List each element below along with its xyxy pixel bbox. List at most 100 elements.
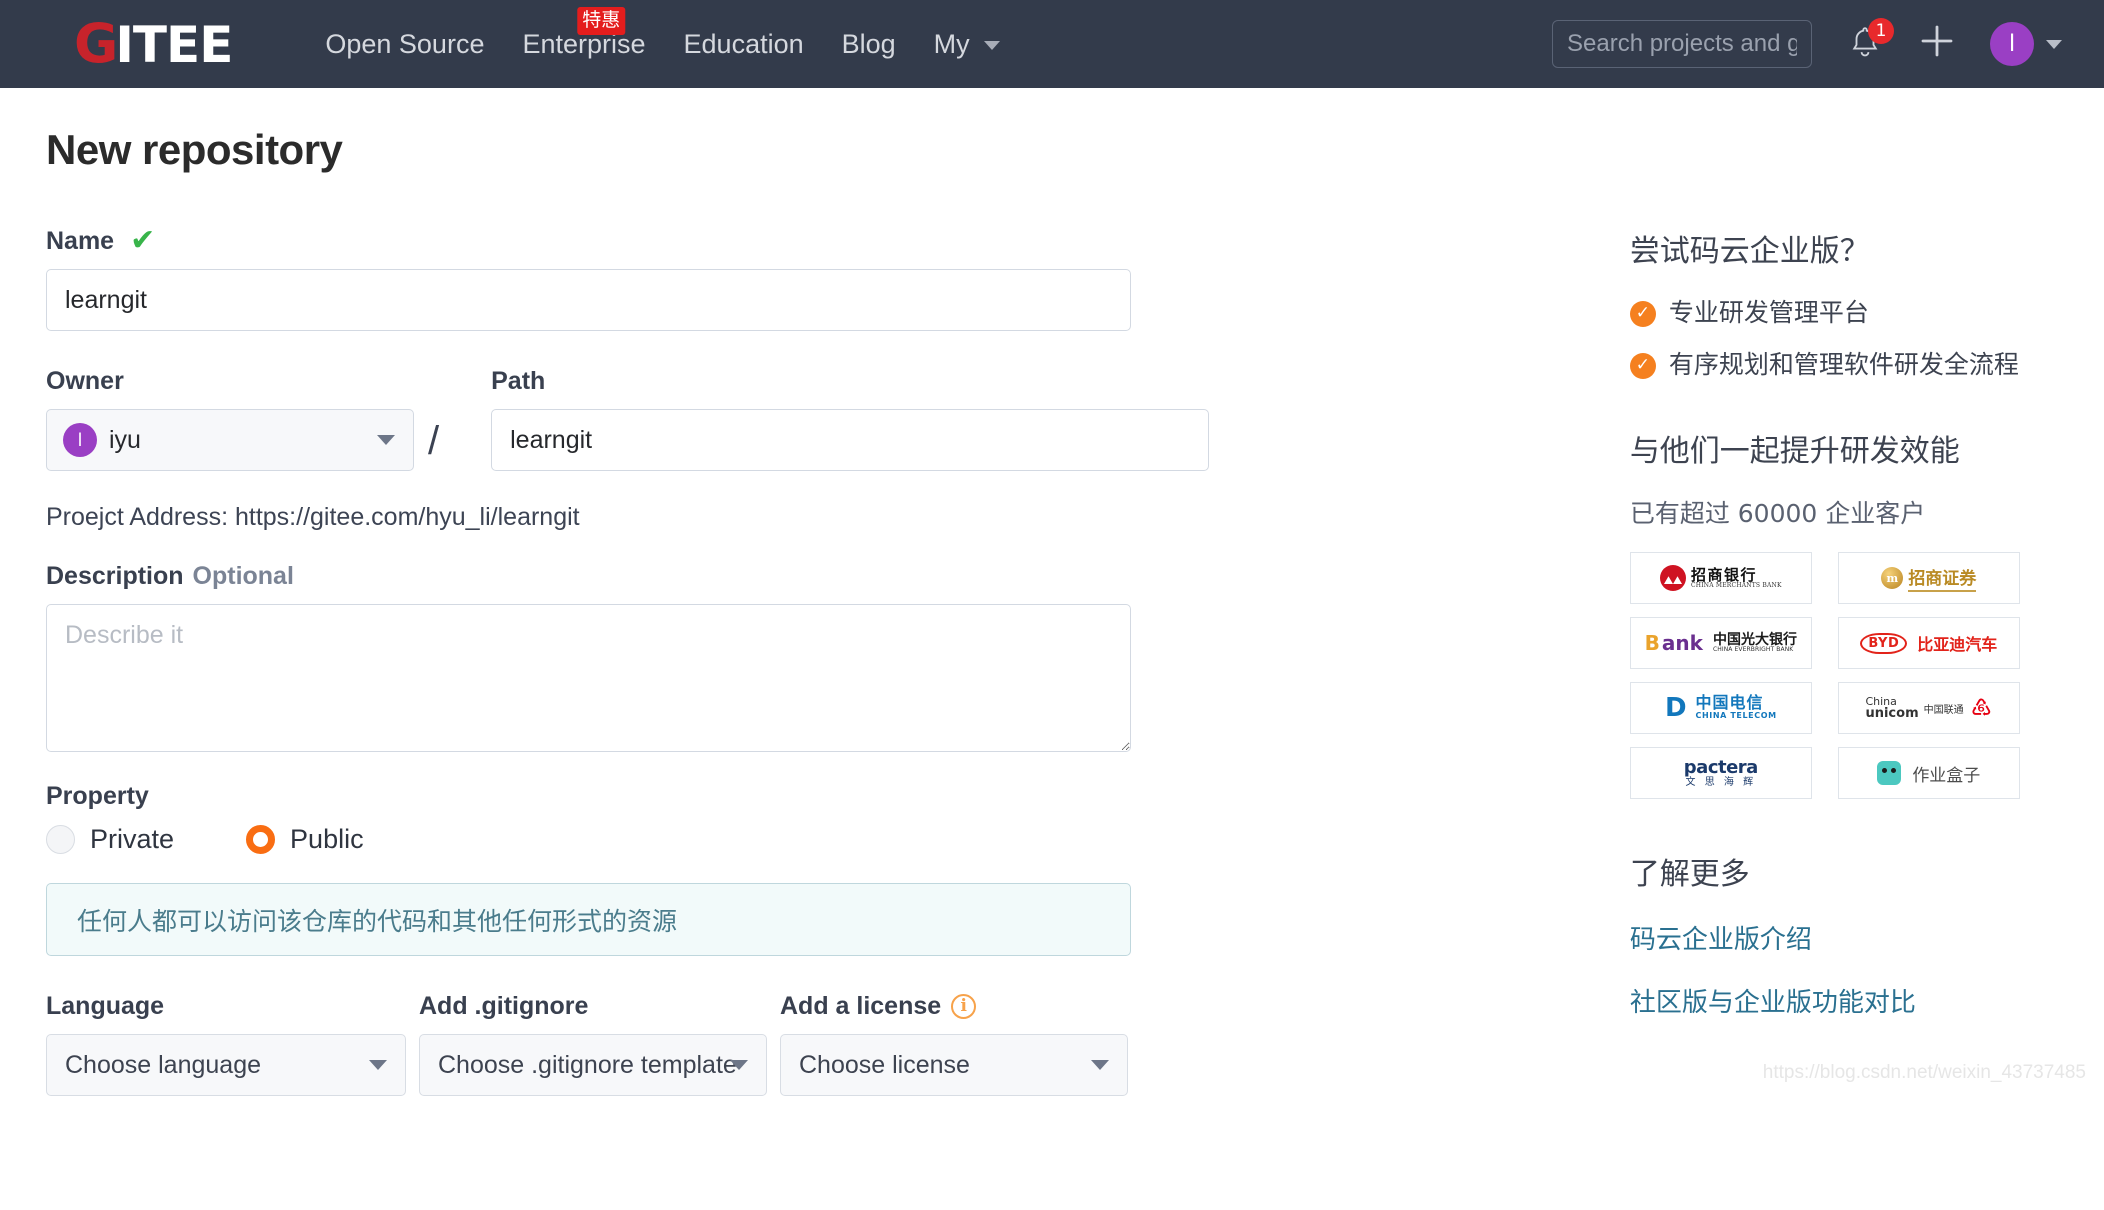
language-label: Language — [46, 992, 165, 1020]
content-area: Name ✔ Owner l iyu / — [0, 226, 2104, 1096]
chevron-down-icon — [1091, 1060, 1109, 1070]
property-label: Property — [46, 782, 149, 810]
name-label-row: Name ✔ — [46, 226, 1500, 256]
path-input[interactable] — [491, 409, 1210, 471]
create-new-button[interactable] — [1916, 20, 1958, 69]
sidebar-customer-count: 已有超过 60000 企业客户 — [1629, 499, 1926, 528]
new-repository-form: Name ✔ Owner l iyu / — [46, 226, 1500, 1096]
check-circle-icon: ✓ — [1629, 301, 1656, 327]
promo-sidebar: 尝试码云企业版？ ✓ 专业研发管理平台 ✓ 有序规划和管理软件研发全流程 与他们… — [1629, 226, 2058, 1096]
info-icon[interactable]: i — [951, 994, 977, 1019]
chevron-down-icon — [984, 40, 1001, 50]
owner-avatar-initial: l — [78, 429, 82, 450]
byd-emblem-icon: BYD — [1860, 632, 1908, 654]
search-input[interactable] — [1552, 20, 1812, 68]
nav-item-enterprise[interactable]: 特惠 Enterprise — [503, 6, 664, 60]
cmb-emblem-icon — [1660, 565, 1686, 591]
owner-label: Owner — [46, 367, 124, 395]
navbar-right-group: 1 l — [1552, 18, 2062, 69]
sidebar-heading-learn-more: 了解更多 — [1629, 857, 1750, 892]
license-select-value: Choose license — [799, 1050, 970, 1079]
cmb-name-cn: 招商银行 — [1691, 565, 1758, 584]
promo-badge-icon: 特惠 — [577, 6, 626, 35]
logo-zuoye-hezi: 作业盒子 — [1837, 747, 2020, 799]
logo-pactera: pactera 文 思 海 辉 — [1629, 747, 1812, 799]
everbright-name-cn: 中国光大银行 — [1712, 632, 1797, 648]
avatar-initial: l — [2009, 30, 2015, 57]
zuoyehezi-emblem-icon — [1877, 761, 1902, 785]
license-select[interactable]: Choose license — [780, 1034, 1128, 1096]
sidebar-bullet-2: ✓ 有序规划和管理软件研发全流程 — [1629, 348, 2058, 382]
chevron-down-icon — [377, 435, 395, 445]
property-field-group: Property Private Public — [46, 782, 1500, 855]
everbright-name-en: CHINA EVERBRIGHT BANK — [1712, 646, 1794, 653]
zuoyehezi-name-cn: 作业盒子 — [1912, 765, 1981, 786]
path-label: Path — [491, 367, 546, 395]
gitignore-select-value: Choose .gitignore template — [438, 1050, 737, 1079]
property-radio-public[interactable]: Public — [246, 824, 364, 855]
name-field-group: Name ✔ — [46, 226, 1500, 331]
nav-item-education[interactable]: Education — [665, 29, 823, 60]
pactera-name-en: pactera — [1683, 756, 1759, 778]
logo-china-telecom: Ⅾ 中国电信 CHINA TELECOM — [1629, 682, 1812, 734]
description-label-row: Description Optional — [46, 562, 1500, 591]
user-menu-chevron-down-icon[interactable] — [2046, 39, 2062, 49]
notifications-button[interactable]: 1 — [1848, 18, 1894, 64]
path-separator: / — [428, 419, 440, 463]
cmb-name-en: CHINA MERCHANTS BANK — [1691, 581, 1782, 589]
sidebar-bullet-2-label: 有序规划和管理软件研发全流程 — [1668, 350, 2019, 379]
language-select[interactable]: Choose language — [46, 1034, 406, 1096]
gitee-logo[interactable]: G ITEE — [74, 12, 233, 75]
chevron-down-icon — [369, 1060, 387, 1070]
owner-path-row: Owner l iyu / Path — [46, 367, 1500, 471]
logo-china-everbright-bank: Bank 中国光大银行 CHINA EVERBRIGHT BANK — [1629, 617, 1812, 669]
license-label-row: Add a license i — [780, 992, 1128, 1021]
owner-avatar: l — [63, 423, 97, 457]
customer-logo-grid: 招商银行 CHINA MERCHANTS BANK m 招商证券 Bank 中国… — [1629, 552, 2058, 799]
description-optional-label: Optional — [192, 562, 294, 590]
language-field-group: Language Choose language — [46, 992, 406, 1096]
unicom-name-cn: 中国联通 — [1923, 704, 1964, 716]
description-textarea[interactable] — [46, 604, 1131, 752]
project-address-text: Proejct Address: https://gitee.com/hyu_l… — [46, 503, 580, 531]
unicom-emblem-icon: ♸ — [1970, 694, 1993, 722]
nav-item-my-label: My — [933, 28, 970, 59]
license-field-group: Add a license i Choose license — [780, 992, 1128, 1096]
china-telecom-emblem-icon: Ⅾ — [1664, 693, 1687, 723]
check-circle-icon: ✓ — [1629, 353, 1656, 379]
sidebar-link-enterprise-intro[interactable]: 码云企业版介绍 — [1630, 919, 2058, 956]
top-navbar: G ITEE Open Source 特惠 Enterprise Educatio… — [0, 0, 2104, 88]
gitignore-label: Add .gitignore — [419, 992, 589, 1020]
logo-letter-g: G — [74, 12, 118, 75]
cms-emblem-icon: m — [1881, 567, 1904, 589]
user-avatar[interactable]: l — [1990, 22, 2034, 66]
name-label: Name — [46, 226, 115, 255]
check-icon: ✔ — [130, 224, 156, 257]
chevron-down-icon — [730, 1060, 748, 1070]
china-telecom-name-en: CHINA TELECOM — [1695, 711, 1777, 721]
notification-count-badge: 1 — [1868, 18, 1894, 44]
page-body: New repository Name ✔ Owner l — [0, 126, 2104, 1096]
sidebar-link-feature-compare[interactable]: 社区版与企业版功能对比 — [1630, 982, 2058, 1019]
logo-china-merchants-securities: m 招商证券 — [1837, 552, 2020, 604]
language-select-value: Choose language — [65, 1050, 261, 1079]
sidebar-bullet-1: ✓ 专业研发管理平台 — [1629, 296, 2058, 330]
nav-links: Open Source 特惠 Enterprise Education Blog… — [306, 6, 1020, 60]
name-input[interactable] — [46, 269, 1131, 331]
logo-byd-auto: BYD 比亚迪汽车 — [1837, 617, 2020, 669]
property-radio-private[interactable]: Private — [46, 824, 174, 855]
property-radio-row: Private Public — [46, 824, 1500, 855]
everbright-b-icon: B — [1644, 631, 1660, 655]
description-field-group: Description Optional — [46, 562, 1500, 752]
nav-item-open-source[interactable]: Open Source — [306, 29, 503, 60]
gitignore-select[interactable]: Choose .gitignore template — [419, 1034, 767, 1096]
china-telecom-name-cn: 中国电信 — [1695, 693, 1764, 713]
visibility-notice: 任何人都可以访问该仓库的代码和其他任何形式的资源 — [46, 883, 1131, 956]
nav-item-blog[interactable]: Blog — [823, 29, 915, 60]
plus-icon — [1921, 25, 1953, 56]
logo-china-merchants-bank: 招商银行 CHINA MERCHANTS BANK — [1629, 552, 1812, 604]
owner-select[interactable]: l iyu — [46, 409, 414, 471]
nav-item-my[interactable]: My — [915, 29, 1020, 60]
radio-unchecked-icon — [46, 825, 75, 854]
repo-options-row: Language Choose language Add .gitignore … — [46, 992, 1500, 1096]
